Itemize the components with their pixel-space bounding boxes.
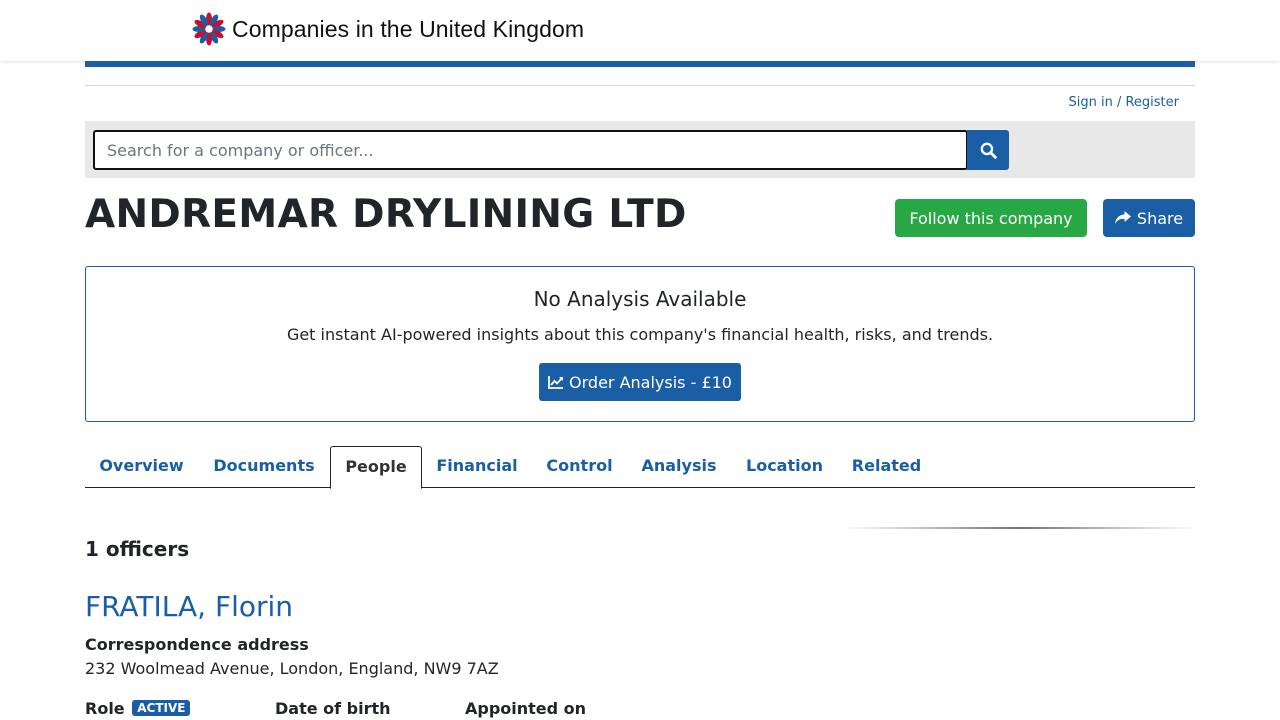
analysis-card: No Analysis Available Get instant AI-pow… [85, 266, 1195, 422]
follow-company-button[interactable]: Follow this company [895, 199, 1087, 237]
share-button[interactable]: Share [1103, 199, 1195, 237]
section-divider [845, 527, 1195, 529]
share-label: Share [1136, 208, 1184, 228]
company-name-heading: ANDREMAR DRYLINING LTD [85, 192, 687, 237]
search-input[interactable] [93, 130, 968, 170]
company-tabs: Overview Documents People Financial Cont… [85, 446, 1195, 489]
status-badge: ACTIVE [132, 700, 191, 716]
search-bar [85, 121, 1195, 178]
line-chart-icon [548, 376, 564, 389]
appointed-on-label: Appointed on [465, 699, 587, 718]
brand[interactable]: Companies in the United Kingdom [192, 12, 584, 46]
header-divider [85, 85, 1195, 86]
correspondence-address-label: Correspondence address [85, 635, 309, 654]
tab-location[interactable]: Location [731, 446, 838, 488]
tab-documents[interactable]: Documents [198, 446, 330, 488]
site-title: Companies in the United Kingdom [232, 15, 585, 42]
top-navbar: Companies in the United Kingdom [0, 0, 1280, 61]
tab-financial[interactable]: Financial [422, 446, 532, 488]
tab-control[interactable]: Control [532, 446, 627, 488]
role-label: Role [85, 699, 125, 718]
tab-overview[interactable]: Overview [85, 446, 198, 488]
order-analysis-label: Order Analysis - £10 [569, 372, 732, 392]
analysis-title: No Analysis Available [533, 287, 747, 311]
tab-related[interactable]: Related [838, 446, 935, 488]
officers-count: 1 officers [85, 537, 190, 561]
flower-logo-icon [192, 12, 226, 46]
analysis-description: Get instant AI-powered insights about th… [286, 325, 994, 344]
correspondence-address-value: 232 Woolmead Avenue, London, England, NW… [85, 659, 499, 678]
date-of-birth-label: Date of birth [275, 699, 391, 718]
sign-in-register-link[interactable]: Sign in / Register [1068, 95, 1179, 110]
tab-people[interactable]: People [330, 446, 422, 489]
role-field: Role ACTIVE [85, 699, 191, 718]
order-analysis-button[interactable]: Order Analysis - £10 [539, 363, 741, 401]
officer-name-link[interactable]: FRATILA, Florin [85, 590, 293, 623]
search-icon [980, 142, 997, 159]
tab-analysis[interactable]: Analysis [627, 446, 731, 488]
search-button[interactable] [967, 130, 1009, 170]
share-icon [1114, 211, 1131, 224]
header-accent-bar [85, 61, 1195, 67]
